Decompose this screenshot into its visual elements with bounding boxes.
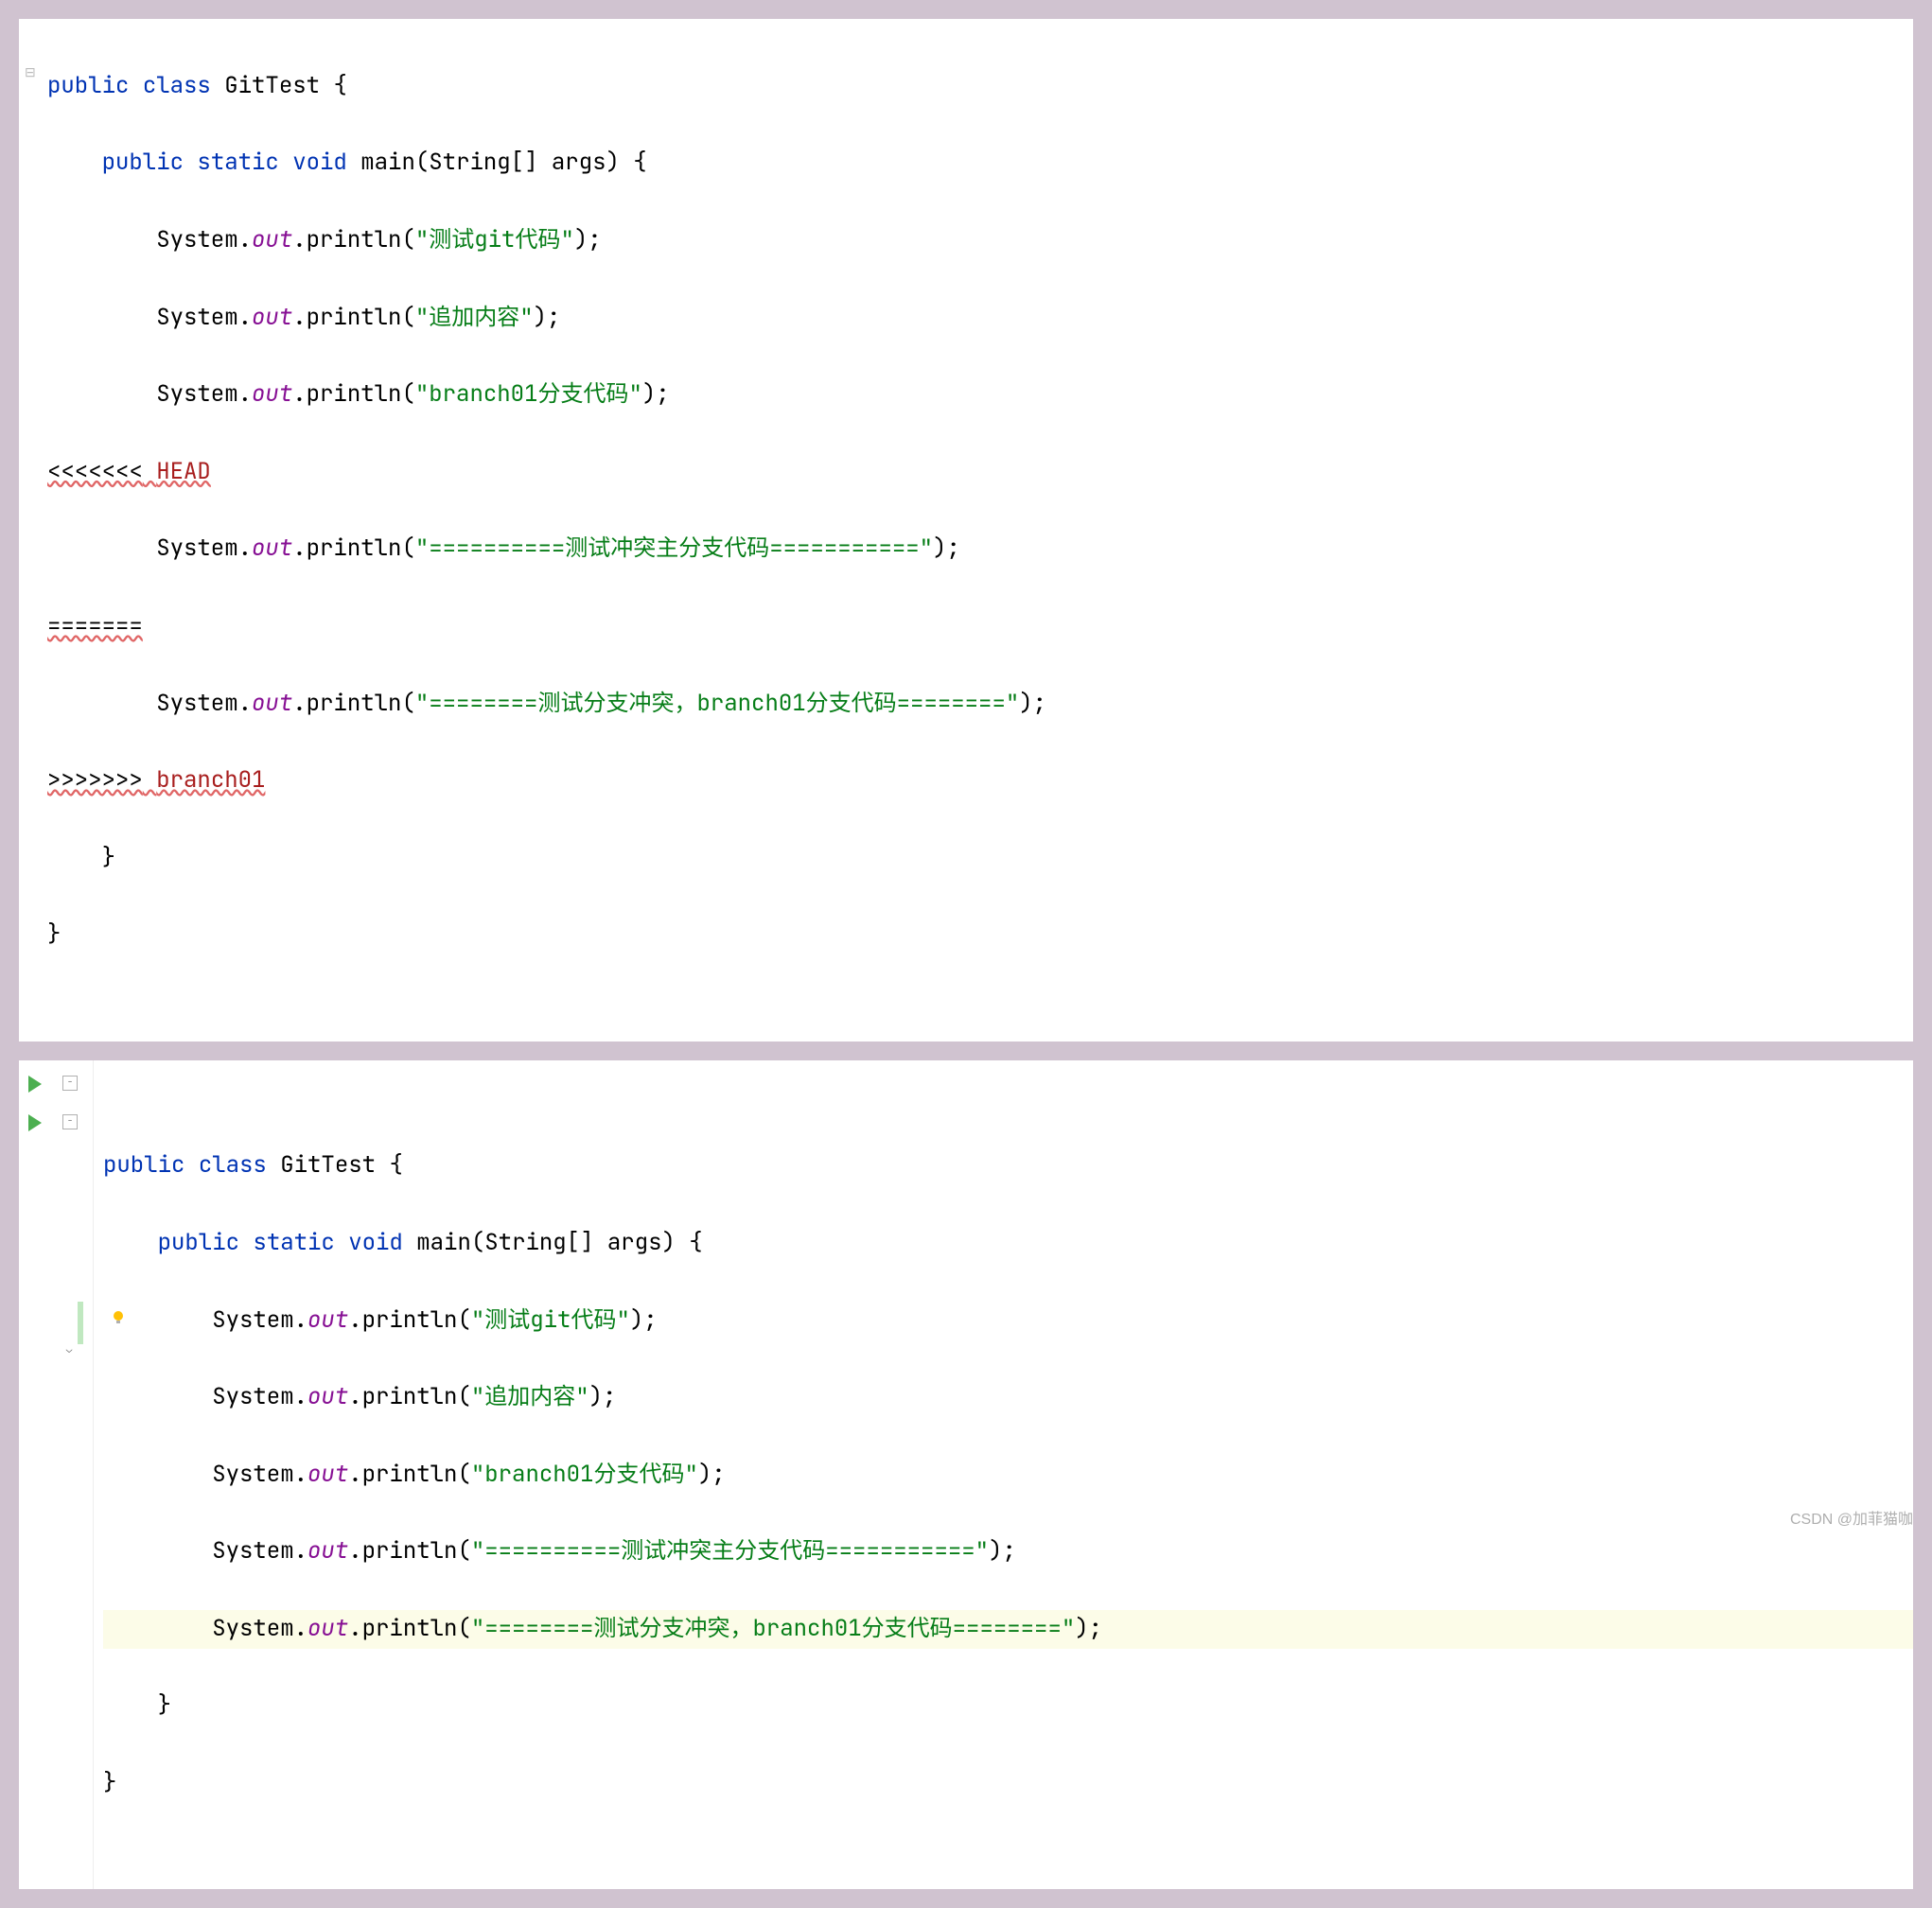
code-line: System.out.println("==========测试冲突主分支代码=… (103, 1532, 1913, 1571)
code-line: System.out.println("branch01分支代码"); (47, 376, 1913, 414)
string-literal: "测试git代码" (415, 225, 574, 254)
code-line: public class GitTest { (47, 67, 1913, 106)
code-editor-2[interactable]: public class GitTest { public static voi… (94, 1060, 1913, 1890)
fold-icon[interactable]: − (62, 1114, 78, 1129)
code-panel-resolved: − − ⌄ public class GitTest { public stat… (19, 1060, 1913, 1890)
field-out: out (252, 225, 292, 254)
code-line: System.out.println("测试git代码"); (47, 221, 1913, 260)
code-line: } (103, 1764, 1913, 1803)
keyword-public: public (47, 71, 129, 100)
code-line: System.out.println("branch01分支代码"); (103, 1456, 1913, 1495)
code-line: public class GitTest { (103, 1147, 1913, 1185)
fold-icon[interactable]: − (62, 1076, 78, 1091)
code-line: public static void main(String[] args) { (47, 144, 1913, 183)
code-line: } (47, 839, 1913, 878)
run-method-icon[interactable] (28, 1114, 42, 1131)
method-name: main (360, 148, 415, 177)
watermark-text: CSDN @加菲猫咖 (1790, 1506, 1913, 1529)
intention-bulb-icon[interactable] (111, 1309, 126, 1324)
code-line: public static void main(String[] args) { (103, 1224, 1913, 1263)
code-editor-1[interactable]: public class GitTest { public static voi… (19, 19, 1913, 1042)
code-line: System.out.println("========测试分支冲突，branc… (47, 685, 1913, 724)
conflict-marker-head: <<<<<<< HEAD (47, 453, 1913, 492)
code-line-current: System.out.println("========测试分支冲突，branc… (103, 1610, 1913, 1649)
conflict-marker-sep: ======= (47, 607, 1913, 646)
run-class-icon[interactable] (28, 1076, 42, 1093)
code-line: System.out.println("追加内容"); (47, 299, 1913, 338)
fold-marker-icon[interactable]: ⊟ (25, 64, 36, 81)
code-line: } (47, 916, 1913, 954)
code-line: System.out.println("测试git代码"); (103, 1302, 1913, 1340)
code-line: System.out.println("==========测试冲突主分支代码=… (47, 530, 1913, 569)
conflict-marker-end: >>>>>>> branch01 (47, 761, 1913, 800)
fold-end-icon[interactable]: ⌄ (62, 1344, 76, 1357)
code-panel-conflict: ⊟ public class GitTest { public static v… (19, 19, 1913, 1042)
code-line: System.out.println("追加内容"); (103, 1378, 1913, 1417)
class-name: GitTest (224, 71, 320, 100)
keyword-class: class (143, 71, 211, 100)
vcs-change-marker[interactable] (78, 1302, 83, 1344)
editor-gutter: − − ⌄ (19, 1060, 94, 1890)
code-line: } (103, 1687, 1913, 1725)
